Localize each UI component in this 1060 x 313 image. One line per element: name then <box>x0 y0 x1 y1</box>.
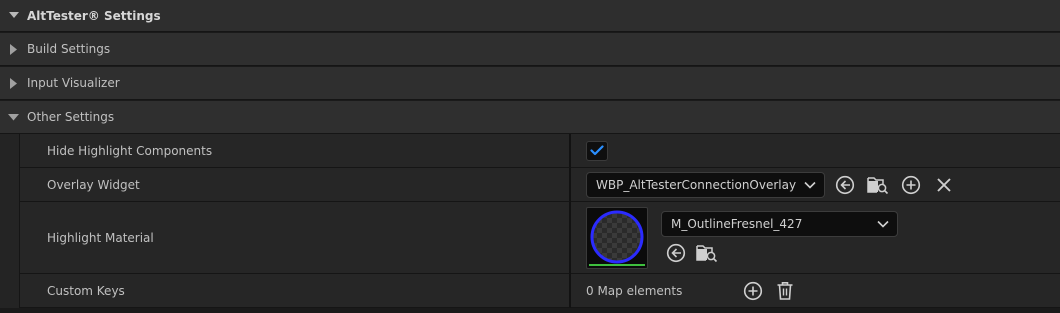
property-value: M_OutlineFresnel_427 <box>571 202 1060 274</box>
property-row-hide-highlight: Hide Highlight Components <box>0 134 1060 168</box>
highlight-material-combo[interactable]: M_OutlineFresnel_427 <box>661 211 898 237</box>
plus-circle-icon[interactable] <box>900 174 922 196</box>
material-thumbnail[interactable] <box>586 206 648 269</box>
section-header[interactable]: AltTester® Settings <box>0 0 1060 32</box>
chevron-down-icon <box>877 220 889 228</box>
folder-search-icon[interactable] <box>867 174 889 196</box>
triangle-right-icon[interactable] <box>0 43 27 55</box>
combo-value: M_OutlineFresnel_427 <box>671 217 803 231</box>
arrow-left-circle-icon[interactable] <box>834 174 856 196</box>
hide-highlight-checkbox[interactable] <box>586 140 608 161</box>
category-label: Input Visualizer <box>27 76 120 90</box>
category-build-settings[interactable]: Build Settings <box>0 33 1060 66</box>
thumbnail-underline <box>589 263 645 266</box>
section-title: AltTester® Settings <box>27 8 161 23</box>
property-name: Overlay Widget <box>20 168 571 202</box>
property-name: Highlight Material <box>20 202 571 274</box>
arrow-left-circle-icon[interactable] <box>665 242 687 264</box>
category-label: Other Settings <box>27 110 115 124</box>
triangle-down-icon[interactable] <box>0 113 27 121</box>
property-name: Custom Keys <box>20 274 571 308</box>
row-gutter <box>0 134 20 168</box>
row-gutter <box>0 168 20 202</box>
details-panel: AltTester® Settings Build Settings Input… <box>0 0 1060 313</box>
plus-circle-icon[interactable] <box>742 280 764 302</box>
triangle-down-icon[interactable] <box>0 12 27 19</box>
row-gutter <box>0 274 20 308</box>
property-row-custom-keys: Custom Keys 0 Map elements <box>0 274 1060 308</box>
material-buttons <box>661 242 898 264</box>
combo-value: WBP_AltTesterConnectionOverlay <box>596 177 797 192</box>
material-controls: M_OutlineFresnel_427 <box>661 211 898 264</box>
panel-bottom-edge <box>0 308 1060 313</box>
map-elements-count: 0 Map elements <box>586 283 683 298</box>
x-icon[interactable] <box>933 174 955 196</box>
triangle-right-icon[interactable] <box>0 77 27 89</box>
trash-icon[interactable] <box>774 280 796 302</box>
property-value: 0 Map elements <box>571 274 1060 308</box>
category-input-visualizer[interactable]: Input Visualizer <box>0 67 1060 100</box>
category-other-settings[interactable]: Other Settings <box>0 101 1060 134</box>
chevron-down-icon <box>804 181 816 189</box>
checkmark-icon <box>590 145 604 156</box>
category-label: Build Settings <box>27 42 111 56</box>
property-row-overlay-widget: Overlay Widget WBP_AltTesterConnectionOv… <box>0 168 1060 202</box>
property-value <box>571 134 1060 168</box>
folder-search-icon[interactable] <box>696 242 718 264</box>
property-name: Hide Highlight Components <box>20 134 571 168</box>
property-row-highlight-material: Highlight Material M_OutlineFresnel_427 <box>0 202 1060 274</box>
property-value: WBP_AltTesterConnectionOverlay <box>571 168 1060 202</box>
row-gutter <box>0 202 20 274</box>
material-preview-image <box>590 210 644 263</box>
overlay-widget-combo[interactable]: WBP_AltTesterConnectionOverlay <box>586 171 825 198</box>
